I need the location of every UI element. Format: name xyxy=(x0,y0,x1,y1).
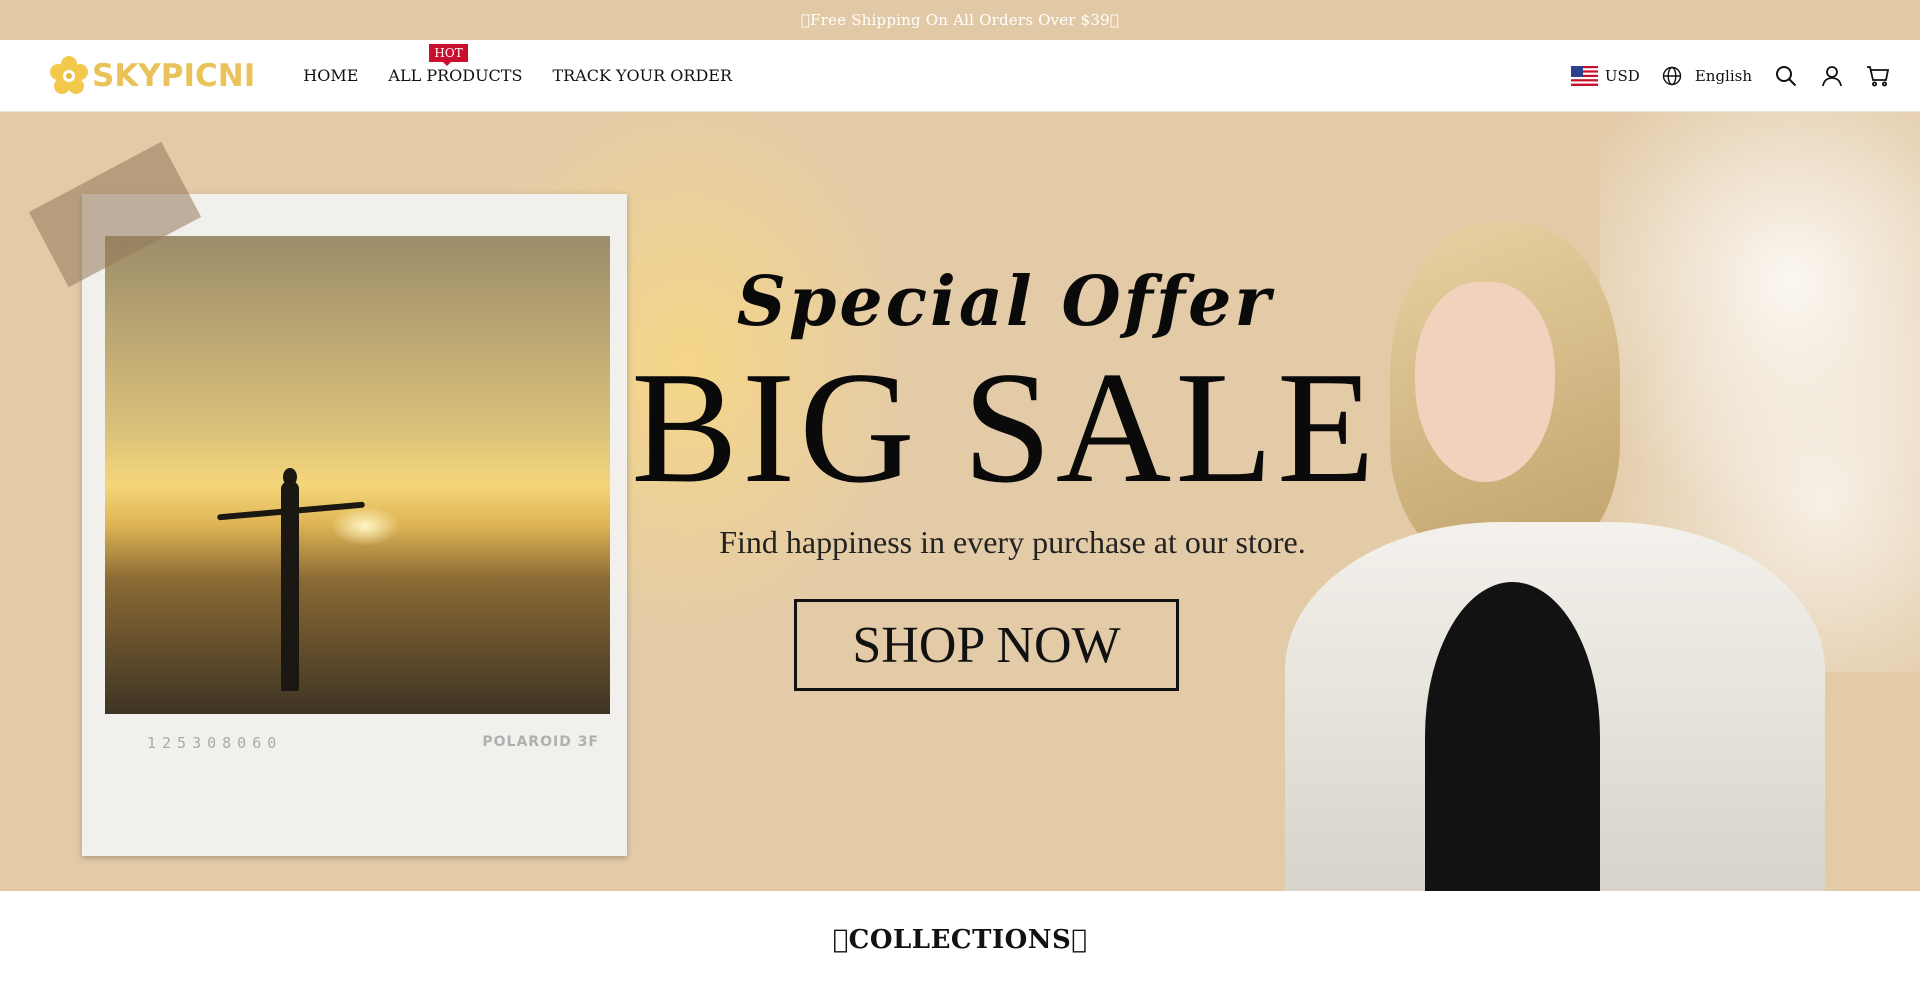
polaroid-brand: POLAROID 3F xyxy=(482,734,599,750)
nav-all-products[interactable]: HOT ALL PRODUCTS xyxy=(388,44,523,85)
shop-now-button[interactable]: SHOP NOW xyxy=(794,599,1179,691)
silhouette-body xyxy=(281,481,299,691)
account-icon xyxy=(1822,65,1842,86)
main-nav: HOME HOT ALL PRODUCTS TRACK YOUR ORDER xyxy=(303,44,732,85)
language-selector[interactable]: English xyxy=(1662,66,1752,86)
model-image xyxy=(1285,222,1825,891)
search-button[interactable] xyxy=(1774,64,1798,88)
account-button[interactable] xyxy=(1820,64,1844,88)
model-black-top xyxy=(1425,582,1600,891)
currency-label: USD xyxy=(1604,66,1640,85)
site-header: SKYPICNI HOME HOT ALL PRODUCTS TRACK YOU… xyxy=(0,40,1920,112)
polaroid-code: 125308060 xyxy=(147,734,283,752)
collections-heading:  COLLECTIONS  xyxy=(832,925,1088,955)
flower-logo-icon xyxy=(50,55,88,94)
hot-badge: HOT xyxy=(429,44,468,66)
search-icon xyxy=(1776,65,1797,86)
logo-text: SKYPICNI xyxy=(92,57,256,94)
currency-selector[interactable]: USD xyxy=(1570,65,1640,86)
nav-all-products-label: ALL PRODUCTS xyxy=(388,66,523,85)
cart-icon xyxy=(1867,65,1890,86)
nav-track-order[interactable]: TRACK YOUR ORDER xyxy=(552,66,732,85)
globe-icon xyxy=(1662,66,1682,85)
us-flag-icon xyxy=(1570,65,1598,86)
model-face xyxy=(1415,282,1555,482)
announcement-text:  Free Shipping On All Orders Over $39  xyxy=(800,11,1120,29)
logo[interactable]: SKYPICNI xyxy=(48,55,255,97)
announcement-bar:  Free Shipping On All Orders Over $39  xyxy=(0,0,1920,40)
cart-button[interactable] xyxy=(1866,64,1890,88)
hero-banner: 125308060 POLAROID 3F Special Offer BIG … xyxy=(0,112,1920,891)
nav-home[interactable]: HOME xyxy=(303,66,358,85)
language-label: English xyxy=(1694,66,1752,85)
header-tools: USD English xyxy=(1570,40,1890,111)
